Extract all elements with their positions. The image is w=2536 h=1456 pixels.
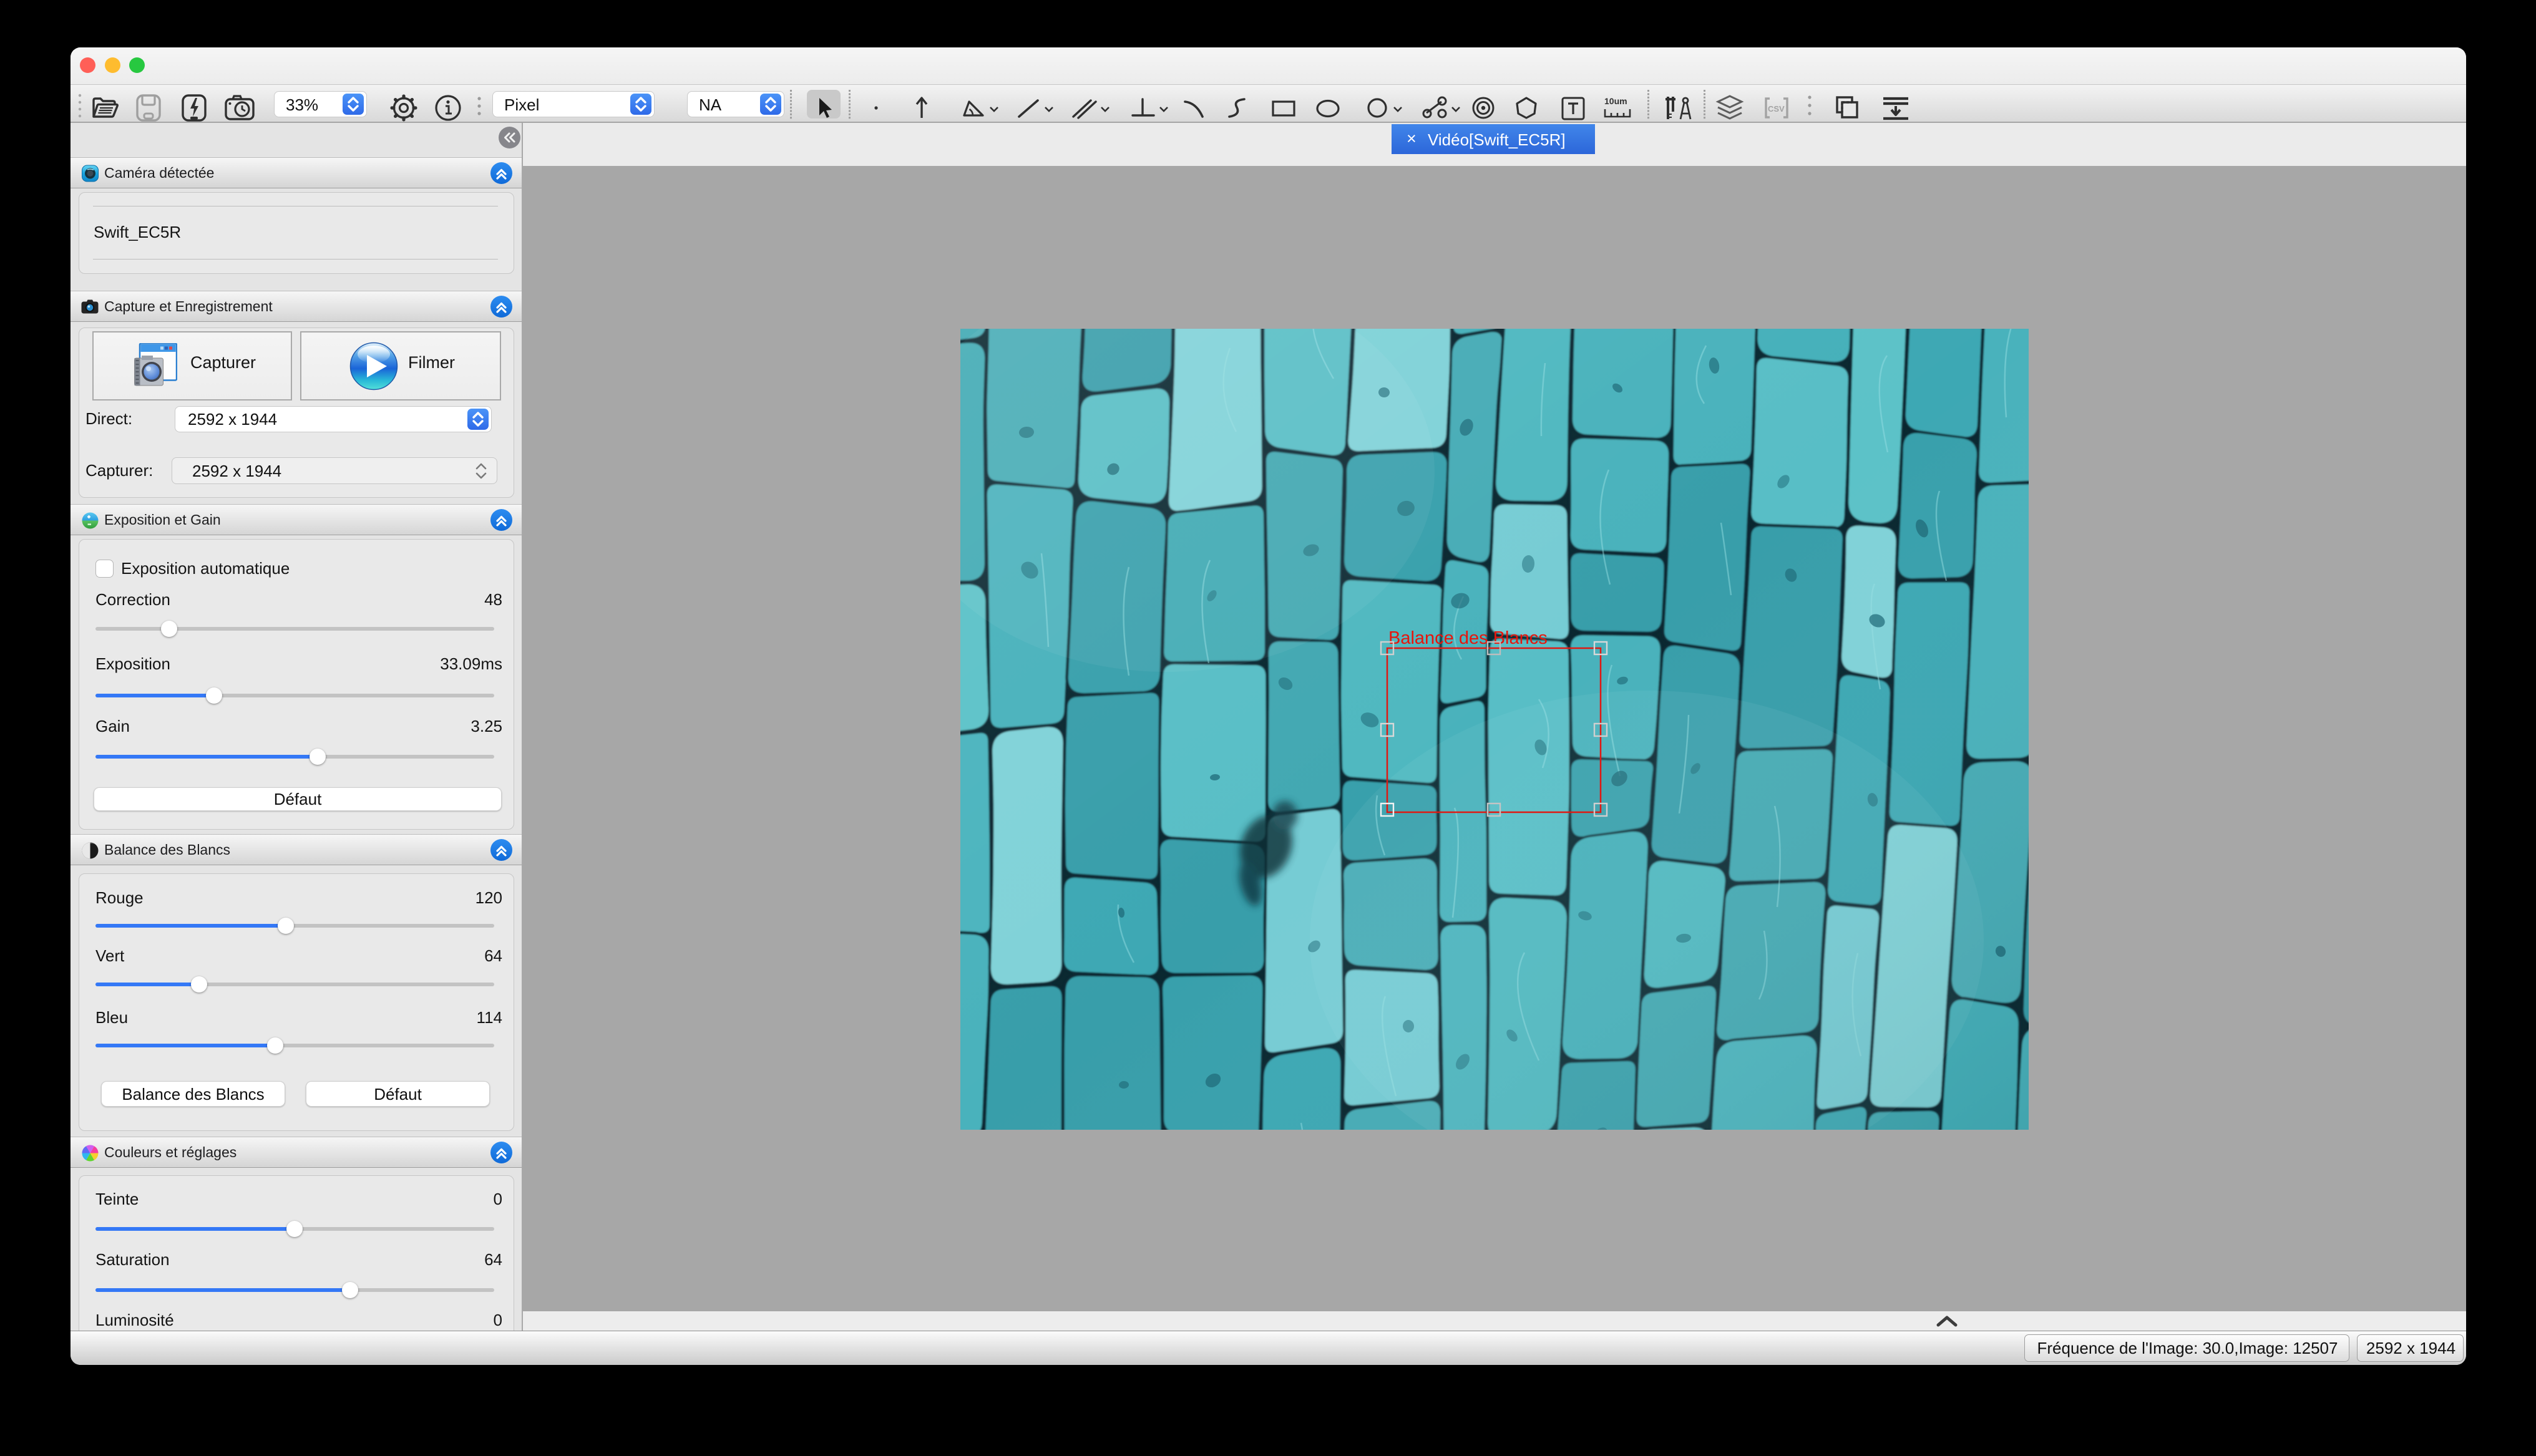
svg-text:CSV: CSV [1768,104,1785,114]
svg-text:10um: 10um [1604,96,1627,106]
svg-text:Balance des Blancs: Balance des Blancs [1388,628,1548,648]
